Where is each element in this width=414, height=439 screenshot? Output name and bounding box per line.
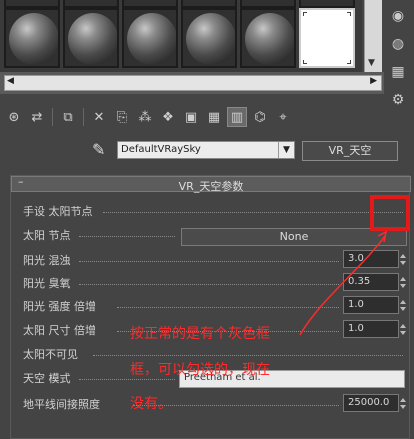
sun-ozone-label: 阳光 臭氧 — [23, 277, 71, 290]
slot-corner — [303, 12, 307, 16]
show-in-viewport-icon[interactable]: ▦ — [204, 107, 224, 127]
reset-icon[interactable]: ✕ — [89, 107, 109, 127]
sample-slot-row-top — [4, 0, 355, 8]
sun-intensity-multiplier-label: 阳光 强度 倍增 — [23, 300, 96, 313]
chevron-down-icon[interactable]: ▼ — [278, 142, 294, 158]
sample-slot[interactable] — [122, 8, 178, 68]
toolbar-divider — [83, 108, 84, 126]
sample-sphere — [9, 13, 58, 65]
sky-model-label: 天空 模式 — [23, 372, 71, 385]
toolbar-divider — [52, 108, 53, 126]
background-icon[interactable]: ▦ — [388, 62, 408, 82]
material-name-value: DefaultVRaySky — [121, 144, 201, 155]
scroll-track[interactable]: ◀ ▶ — [4, 75, 382, 91]
put-to-scene-icon[interactable]: ⇄ — [27, 107, 47, 127]
slot-corner — [303, 60, 307, 64]
copy-material-icon[interactable]: ⎘ — [112, 107, 132, 127]
sun-ozone-spinner[interactable]: 0.35 — [343, 273, 406, 291]
material-name-field[interactable]: DefaultVRaySky ▼ — [117, 141, 295, 159]
manual-sun-node-label: 手设 太阳节点 — [23, 205, 93, 218]
sun-ozone-value: 0.35 — [348, 276, 371, 287]
sun-invisible-label: 太阳不可见 — [23, 348, 78, 361]
rollout-title: VR_天空参数 — [178, 180, 244, 193]
slots-horizontal-scrollbar[interactable]: ◀ ▶ — [0, 72, 384, 94]
dotted-leader — [103, 212, 403, 213]
side-toolbar: ◉ ◍ ▦ ⚙ — [386, 6, 412, 118]
material-type-button[interactable]: VR_天空 — [302, 141, 398, 161]
sun-intensity-multiplier-value: 1.0 — [348, 299, 364, 310]
highlight-box — [370, 195, 410, 231]
go-to-parent-icon[interactable]: ⌬ — [250, 107, 270, 127]
sample-sphere — [127, 13, 176, 65]
sample-slot[interactable] — [4, 8, 60, 68]
rollout-header[interactable]: – VR_天空参数 — [11, 175, 411, 193]
sample-slot[interactable] — [181, 0, 237, 8]
annotation-line-3: 没有。 — [130, 396, 172, 412]
scroll-down-icon[interactable]: ▼ — [368, 58, 375, 68]
sample-slot[interactable] — [63, 0, 119, 8]
sample-slot[interactable] — [299, 0, 355, 8]
dotted-leader — [79, 236, 175, 237]
dotted-leader — [79, 261, 339, 262]
material-name-row: ✎ DefaultVRaySky ▼ VR_天空 — [0, 138, 414, 164]
sample-sphere — [186, 13, 235, 65]
sun-intensity-multiplier-spinner[interactable]: 1.0 — [343, 296, 406, 314]
dotted-leader — [79, 284, 339, 285]
scroll-right-icon[interactable]: ▶ — [370, 76, 377, 86]
spinner-arrows-icon[interactable] — [400, 297, 406, 313]
make-unique-icon[interactable]: ⁂ — [135, 107, 155, 127]
annotation-line-1: 按正常的是有个灰色框 — [130, 326, 270, 342]
go-forward-icon[interactable]: ⌖ — [273, 107, 293, 127]
material-id-icon[interactable]: ▣ — [181, 107, 201, 127]
show-end-result-icon[interactable]: ▥ — [227, 107, 247, 127]
sun-turbidity-value: 3.0 — [348, 253, 364, 264]
scroll-left-icon[interactable]: ◀ — [7, 76, 14, 86]
spinner-arrows-icon[interactable] — [400, 321, 406, 337]
spinner-arrows-icon[interactable] — [400, 251, 406, 267]
annotation-line-2: 框，可以勾选的，现在 — [130, 362, 270, 378]
dotted-leader — [117, 307, 339, 308]
sun-node-label: 太阳 节点 — [23, 229, 71, 242]
spinner-arrows-icon[interactable] — [400, 395, 406, 411]
eyedropper-icon[interactable]: ✎ — [92, 140, 105, 159]
sample-sphere — [245, 13, 294, 65]
sample-slot[interactable] — [122, 0, 178, 8]
material-sample-slots — [0, 0, 362, 72]
sample-type-icon[interactable]: ◉ — [388, 6, 408, 26]
sample-sphere — [68, 13, 117, 65]
sun-turbidity-spinner[interactable]: 3.0 — [343, 250, 406, 268]
backlight-icon[interactable]: ◍ — [388, 34, 408, 54]
dotted-leader — [93, 355, 403, 356]
sun-size-multiplier-label: 太阳 尺寸 倍增 — [23, 324, 96, 337]
sample-slot[interactable] — [4, 0, 60, 8]
sun-turbidity-label: 阳光 混浊 — [23, 254, 71, 267]
slots-vertical-scrollbar[interactable]: ▼ — [364, 0, 382, 72]
sample-slot[interactable] — [181, 8, 237, 68]
slot-corner — [347, 60, 351, 64]
spinner-arrows-icon[interactable] — [400, 274, 406, 290]
assign-to-selection-icon[interactable]: ⧉ — [58, 107, 78, 127]
put-to-library-icon[interactable]: ❖ — [158, 107, 178, 127]
sample-slot-row — [4, 8, 355, 68]
sample-slot-active[interactable] — [299, 8, 355, 68]
indirect-horizontal-illumination-label: 地平线间接照度 — [23, 398, 100, 411]
slot-corner — [347, 12, 351, 16]
sample-slot[interactable] — [240, 8, 296, 68]
material-toolbar: ⊛ ⇄ ⧉ ✕ ⎘ ⁂ ❖ ▣ ▦ ▥ ⌬ ⌖ — [0, 104, 414, 130]
sample-slot[interactable] — [63, 8, 119, 68]
get-material-icon[interactable]: ⊛ — [4, 107, 24, 127]
sample-slot[interactable] — [240, 0, 296, 8]
